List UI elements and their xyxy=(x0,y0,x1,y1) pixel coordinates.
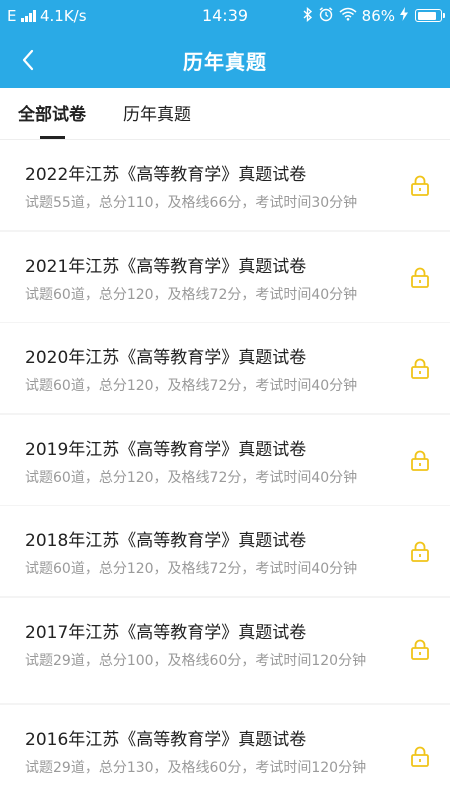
title-bar: 历年真题 xyxy=(0,32,450,88)
paper-item[interactable]: 2019年江苏《高等教育学》真题试卷 试题60道，总分120，及格线72分，考试… xyxy=(0,415,450,505)
lock-icon xyxy=(411,175,429,196)
tab-past-papers[interactable]: 历年真题 xyxy=(123,100,191,125)
paper-title: 2018年江苏《高等教育学》真题试卷 xyxy=(25,531,307,551)
battery-percent: 86% xyxy=(361,6,395,25)
paper-title: 2019年江苏《高等教育学》真题试卷 xyxy=(25,440,307,460)
lock-icon xyxy=(411,267,429,288)
paper-item[interactable]: 2018年江苏《高等教育学》真题试卷 试题60道，总分120，及格线72分，考试… xyxy=(0,506,450,596)
paper-item[interactable]: 2022年江苏《高等教育学》真题试卷 试题55道，总分110，及格线66分，考试… xyxy=(0,140,450,230)
tab-all-papers[interactable]: 全部试卷 xyxy=(18,100,86,125)
paper-meta: 试题60道，总分120，及格线72分，考试时间40分钟 xyxy=(25,561,358,577)
paper-title: 2017年江苏《高等教育学》真题试卷 xyxy=(25,623,307,643)
wifi-icon xyxy=(339,7,357,24)
status-bar: E 4.1K/s 14:39 86% xyxy=(0,0,450,32)
active-tab-indicator xyxy=(40,136,65,139)
alarm-icon xyxy=(318,6,334,25)
paper-title: 2022年江苏《高等教育学》真题试卷 xyxy=(25,165,307,185)
paper-item[interactable]: 2021年江苏《高等教育学》真题试卷 试题60道，总分120，及格线72分，考试… xyxy=(0,232,450,322)
status-right: 86% xyxy=(303,6,445,25)
paper-meta: 试题55道，总分110，及格线66分，考试时间30分钟 xyxy=(25,195,358,211)
battery-icon xyxy=(415,9,445,22)
paper-meta: 试题60道，总分120，及格线72分，考试时间40分钟 xyxy=(25,470,358,486)
chevron-left-icon xyxy=(22,49,34,71)
paper-meta: 试题29道，总分130，及格线60分，考试时间120分钟 xyxy=(25,760,367,776)
battery-fill xyxy=(417,11,436,20)
paper-item[interactable]: 2016年江苏《高等教育学》真题试卷 试题29道，总分130，及格线60分，考试… xyxy=(0,705,450,800)
paper-meta: 试题60道，总分120，及格线72分，考试时间40分钟 xyxy=(25,378,358,394)
page-title: 历年真题 xyxy=(183,50,267,74)
paper-list: 2022年江苏《高等教育学》真题试卷 试题55道，总分110，及格线66分，考试… xyxy=(0,140,450,800)
app-header: E 4.1K/s 14:39 86% 历年真题 xyxy=(0,0,450,88)
paper-item[interactable]: 2017年江苏《高等教育学》真题试卷 试题29道，总分100，及格线60分，考试… xyxy=(0,598,450,703)
lock-icon xyxy=(411,450,429,471)
paper-meta: 试题29道，总分100，及格线60分，考试时间120分钟 xyxy=(25,653,367,669)
back-button[interactable] xyxy=(8,40,48,80)
paper-title: 2021年江苏《高等教育学》真题试卷 xyxy=(25,257,307,277)
bluetooth-icon xyxy=(303,6,313,25)
lock-icon xyxy=(411,541,429,562)
lock-icon xyxy=(411,639,429,660)
paper-title: 2020年江苏《高等教育学》真题试卷 xyxy=(25,348,307,368)
lock-icon xyxy=(411,358,429,379)
lock-icon xyxy=(411,746,429,767)
paper-meta: 试题60道，总分120，及格线72分，考试时间40分钟 xyxy=(25,287,358,303)
charging-icon xyxy=(400,7,408,24)
tab-bar: 全部试卷 历年真题 xyxy=(0,88,450,140)
paper-title: 2016年江苏《高等教育学》真题试卷 xyxy=(25,730,307,750)
paper-item[interactable]: 2020年江苏《高等教育学》真题试卷 试题60道，总分120，及格线72分，考试… xyxy=(0,323,450,413)
